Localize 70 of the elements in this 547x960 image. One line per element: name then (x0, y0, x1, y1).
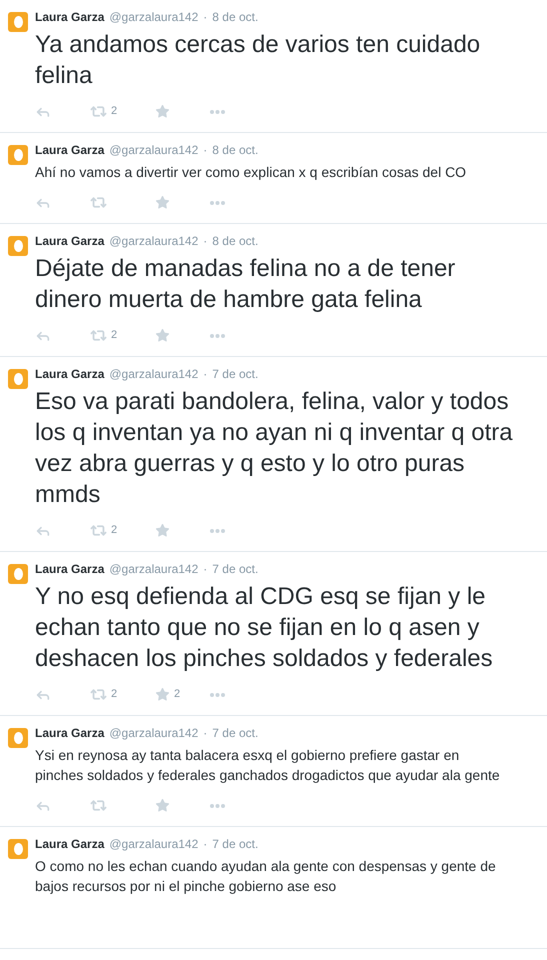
star-icon (155, 104, 170, 119)
tweet-text: Ysi en reynosa ay tanta balacera esxq el gobierno prefiere gastar en pinches soldados y federales ganchados drogadictos que ayudar ala gente (35, 746, 501, 785)
tweet-date[interactable]: 7 de oct. (212, 725, 258, 741)
author-name[interactable]: Laura Garza (35, 561, 104, 577)
author-name[interactable]: Laura Garza (35, 725, 104, 741)
author-handle[interactable]: @garzalaura142 (109, 725, 198, 741)
tweet-date[interactable]: 8 de oct. (212, 142, 258, 158)
retweet-button[interactable]: 2 (90, 327, 155, 344)
retweet-count: 2 (111, 687, 118, 702)
author-handle[interactable]: @garzalaura142 (109, 561, 198, 577)
dot-separator: · (203, 9, 208, 25)
tweet-text: Ya andamos cercas de varios ten cuidado felina (35, 30, 482, 91)
avatar (8, 728, 28, 748)
tweet-date[interactable]: 7 de oct. (212, 836, 258, 852)
star-icon (155, 798, 170, 813)
more-button[interactable] (210, 692, 225, 696)
avatar (8, 369, 28, 389)
more-icon (210, 692, 225, 696)
more-icon (210, 200, 225, 204)
more-button[interactable] (210, 200, 225, 204)
tweet-text: Y no esq defienda al CDG esq se fijan y le echan tanto que no se fijan en lo q asen y deshacen los pinches soldados y federales (35, 582, 494, 674)
retweet-count: 2 (111, 328, 118, 344)
more-button[interactable] (210, 110, 225, 114)
more-button[interactable] (210, 804, 225, 808)
star-icon (155, 687, 170, 702)
tweet-date[interactable]: 7 de oct. (212, 366, 258, 382)
avatar (8, 839, 28, 859)
more-button[interactable] (210, 528, 225, 532)
more-icon (210, 804, 225, 808)
avatar (8, 564, 28, 584)
author-handle[interactable]: @garzalaura142 (109, 836, 198, 852)
tweet-date[interactable]: 8 de oct. (212, 9, 258, 25)
dot-separator: · (203, 725, 208, 741)
retweet-button[interactable]: 2 (90, 686, 155, 703)
author-handle[interactable]: @garzalaura142 (109, 142, 198, 158)
retweet-button[interactable]: 2 (90, 522, 155, 539)
more-button[interactable] (210, 334, 225, 338)
more-icon (210, 528, 225, 532)
tweet-text: Déjate de manadas felina no a de tener dinero muerta de hambre gata felina (35, 254, 456, 315)
author-name[interactable]: Laura Garza (35, 233, 104, 249)
avatar (8, 236, 28, 256)
favorite-button[interactable]: 2 (155, 686, 210, 703)
retweet-count: 2 (111, 104, 118, 120)
dot-separator: · (203, 561, 208, 577)
dot-separator: · (203, 142, 208, 158)
author-name[interactable]: Laura Garza (35, 836, 104, 852)
avatar (8, 12, 28, 32)
author-name[interactable]: Laura Garza (35, 366, 104, 382)
star-icon (155, 523, 170, 538)
star-icon (155, 328, 170, 343)
dot-separator: · (203, 233, 208, 249)
author-handle[interactable]: @garzalaura142 (109, 233, 198, 249)
tweet-date[interactable]: 7 de oct. (212, 561, 258, 577)
dot-separator: · (203, 366, 208, 382)
author-handle[interactable]: @garzalaura142 (109, 366, 198, 382)
dot-separator: · (203, 836, 208, 852)
avatar (8, 145, 28, 165)
tweet-text: Ahí no vamos a divertir ver como explican x q escribían cosas del CO (35, 163, 468, 182)
retweet-button[interactable]: 2 (90, 103, 155, 120)
tweet-text: O como no les echan cuando ayudan ala gente con despensas y gente de bajos recursos por ni el pinche gobierno ase eso (35, 857, 497, 896)
tweet-text: Eso va parati bandolera, felina, valor y todos los q inventan ya no ayan ni q inventar q otra vez abra guerras y q esto y lo otro puras mmds (35, 387, 514, 510)
tweet-date[interactable]: 8 de oct. (212, 233, 258, 249)
more-icon (210, 110, 225, 114)
favorite-count: 2 (174, 687, 180, 702)
more-icon (210, 334, 225, 338)
star-icon (155, 195, 170, 210)
author-handle[interactable]: @garzalaura142 (109, 9, 198, 25)
author-name[interactable]: Laura Garza (35, 142, 104, 158)
author-name[interactable]: Laura Garza (35, 9, 104, 25)
retweet-count: 2 (111, 523, 118, 538)
